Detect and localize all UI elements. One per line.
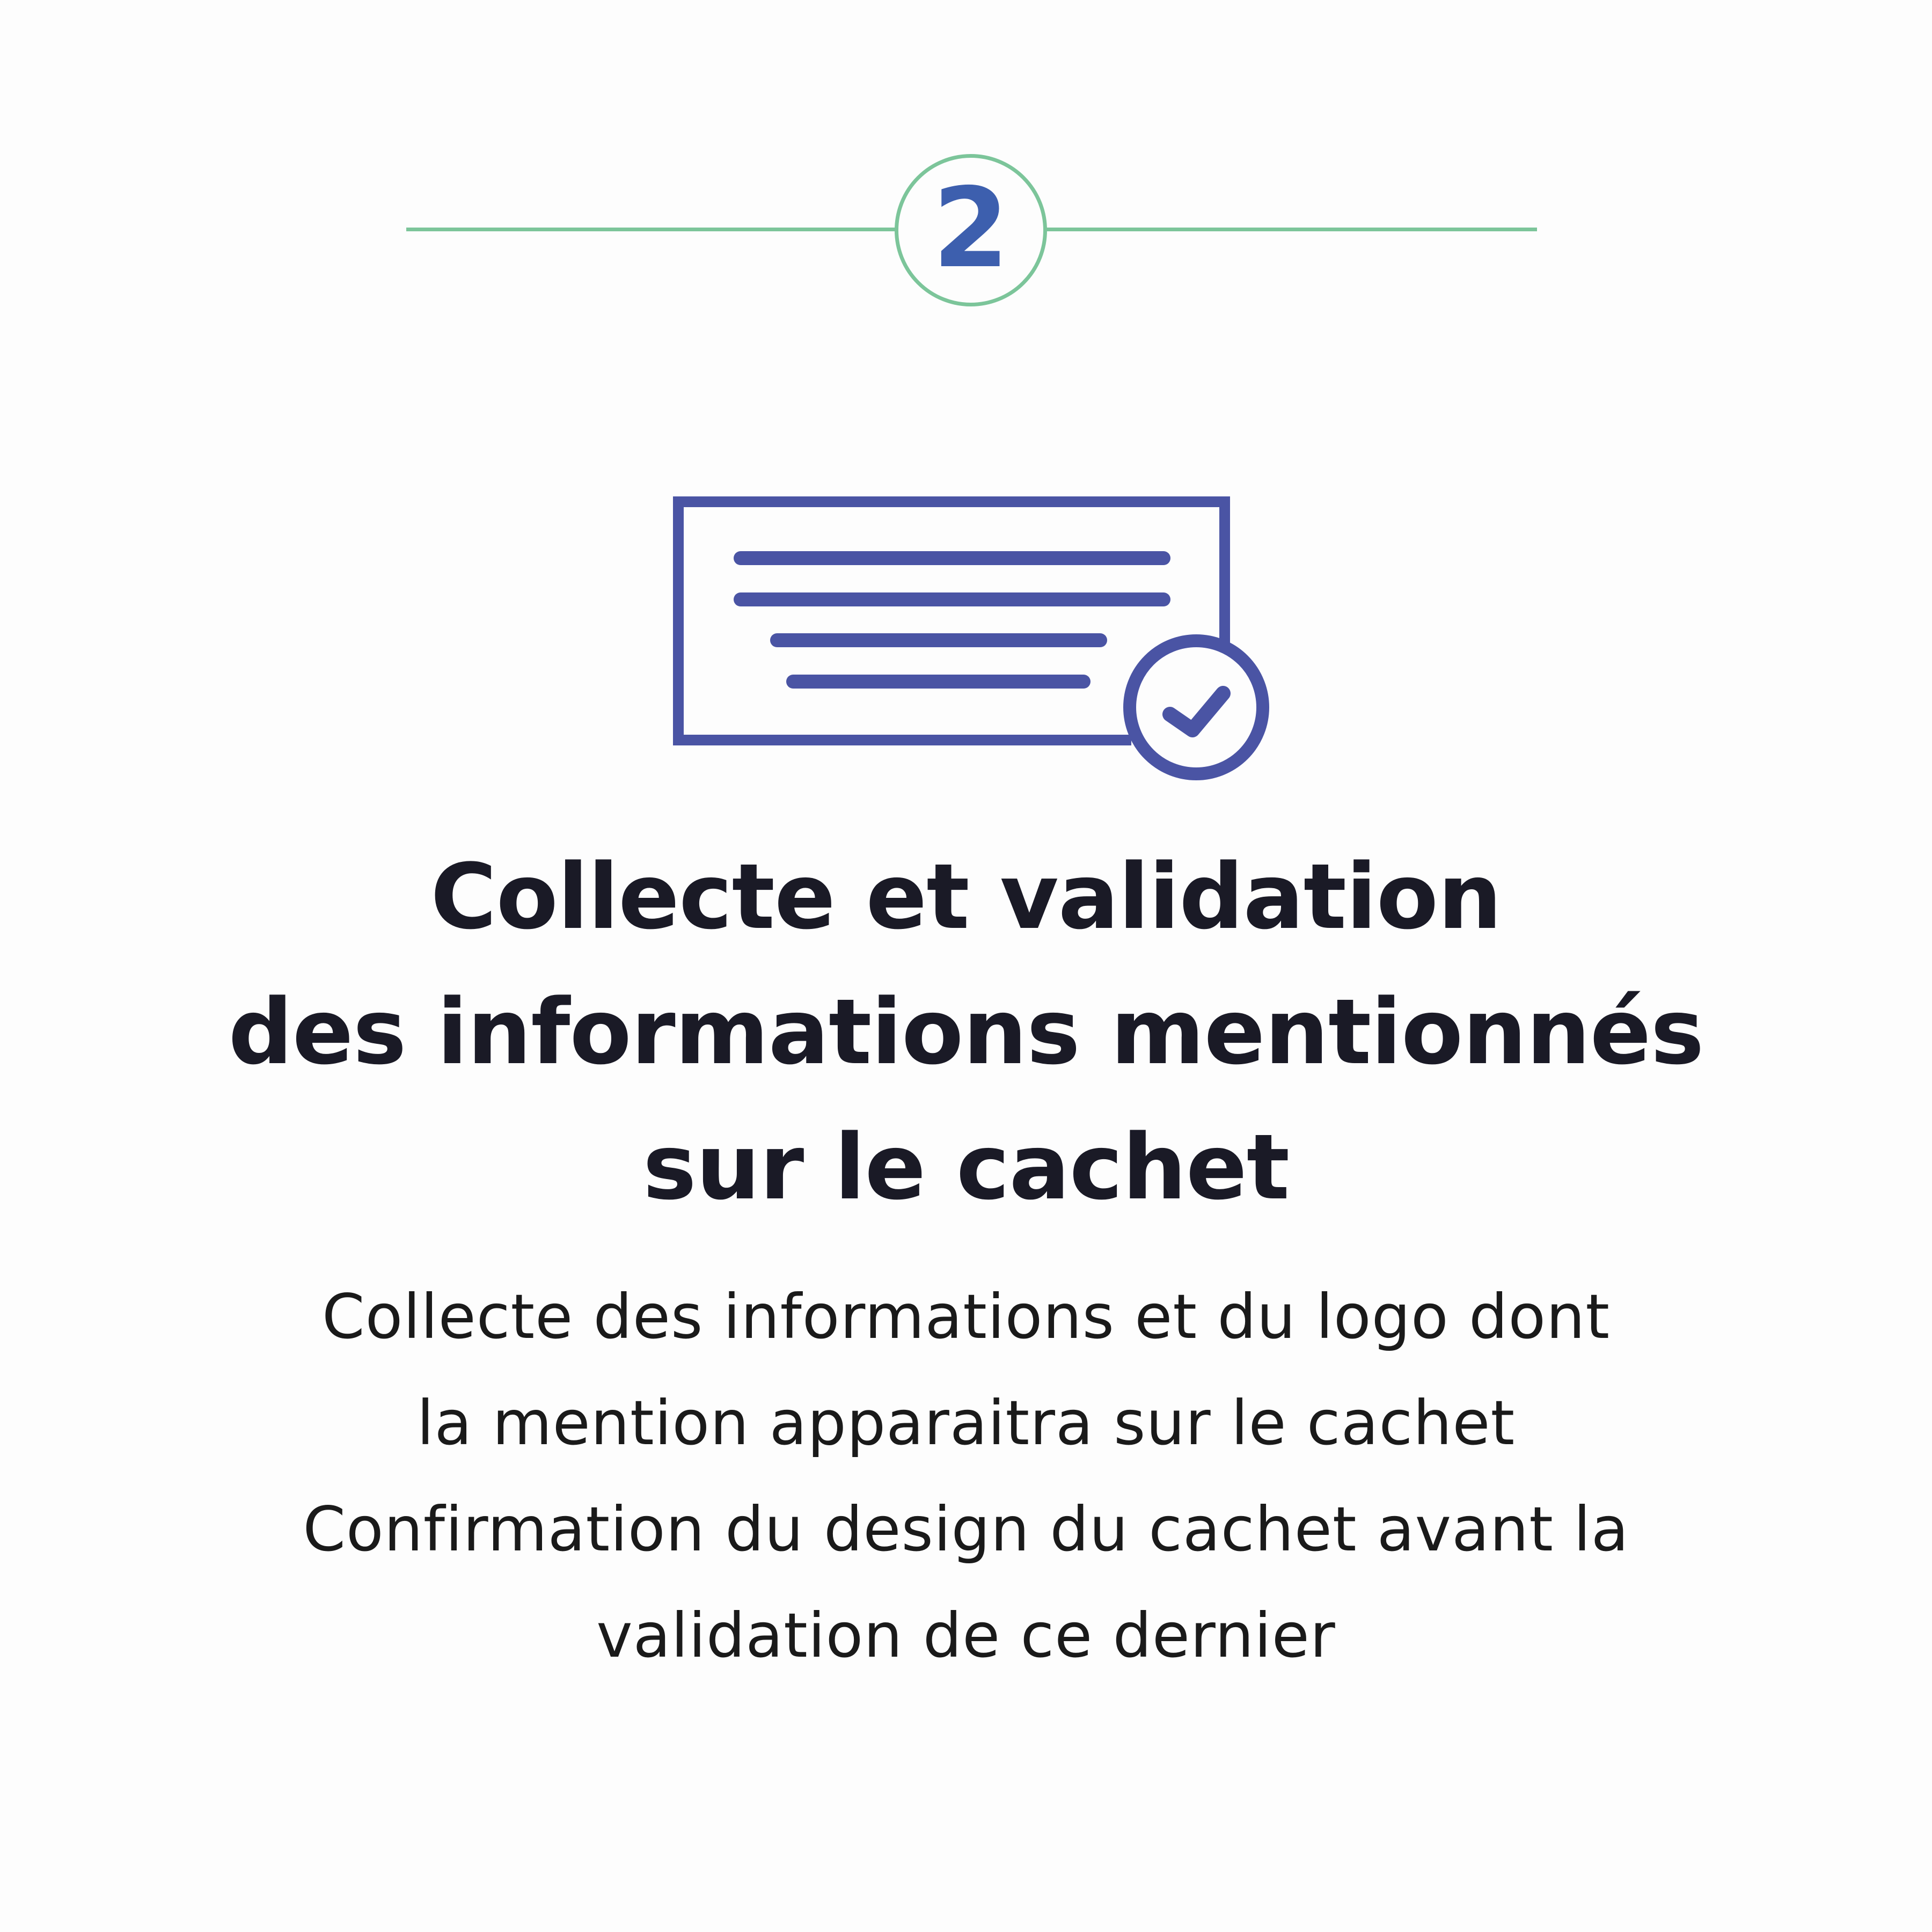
- title-line: Collecte et validation: [430, 844, 1502, 949]
- step-divider-right: [1043, 228, 1537, 231]
- description-line: validation de ce dernier: [596, 1600, 1336, 1671]
- step-title: Collecte et validation des informations …: [0, 829, 1932, 1235]
- step-description: Collecte des informations et du logo don…: [0, 1264, 1932, 1689]
- title-line: sur le cachet: [642, 1115, 1290, 1220]
- description-line: Confirmation du design du cachet avant l…: [303, 1494, 1629, 1565]
- description-line: la mention apparaitra sur le cachet: [416, 1387, 1516, 1459]
- step-number-badge: 2: [895, 154, 1047, 306]
- step-indicator: 2: [0, 0, 1932, 322]
- step-number: 2: [932, 164, 1009, 292]
- description-line: Collecte des informations et du logo don…: [321, 1281, 1611, 1352]
- step-divider-left: [406, 228, 896, 231]
- document-check-icon: [673, 496, 1269, 780]
- title-line: des informations mentionnés: [228, 979, 1704, 1085]
